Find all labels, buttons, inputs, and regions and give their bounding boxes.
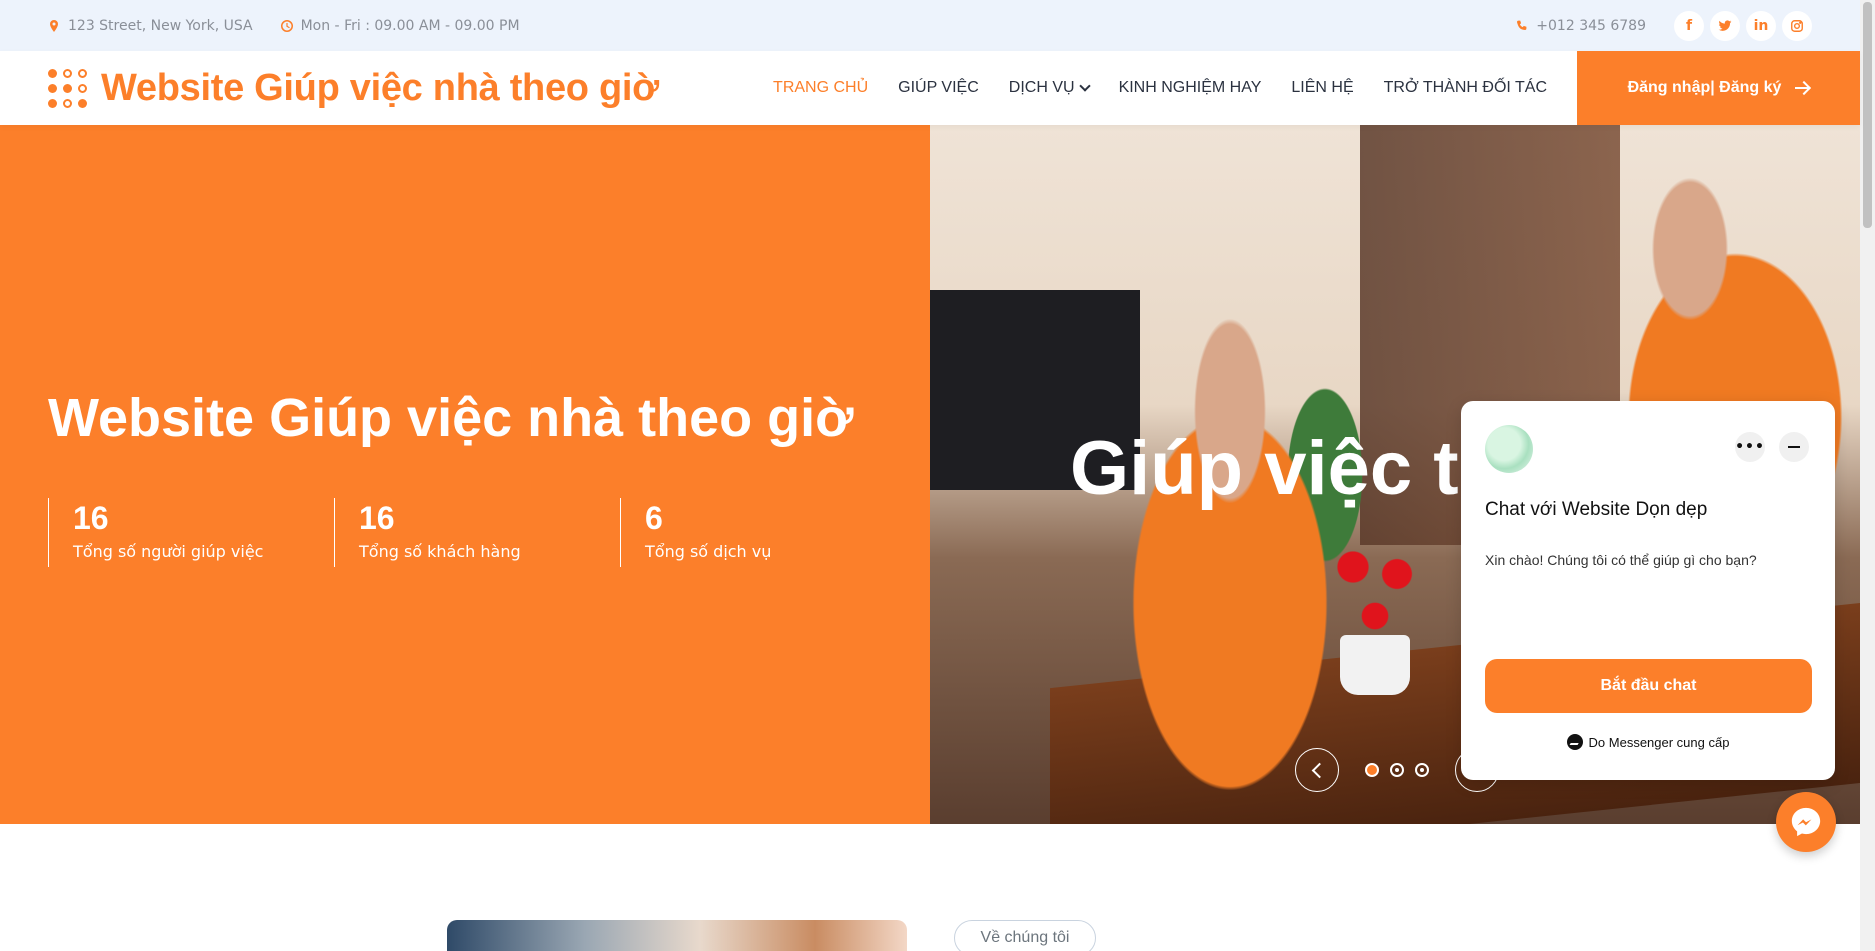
- chat-greeting: Xin chào! Chúng tôi có thể giúp gì cho b…: [1485, 552, 1757, 568]
- messenger-icon: [1791, 807, 1821, 837]
- more-options-icon[interactable]: •••: [1735, 432, 1765, 462]
- carousel-prev-button[interactable]: [1295, 748, 1339, 792]
- stat-helpers: 16 Tổng số người giúp việc: [48, 498, 334, 567]
- login-register-button[interactable]: Đăng nhập| Đăng ký: [1577, 51, 1860, 125]
- minimize-button[interactable]: [1779, 432, 1809, 462]
- powered-by-text: Do Messenger cung cấp: [1588, 734, 1730, 750]
- stat-label: Tổng số người giúp việc: [73, 542, 264, 561]
- menu-item-partner[interactable]: TRỞ THÀNH ĐỐI TÁC: [1384, 79, 1547, 97]
- stat-label: Tổng số dịch vụ: [645, 542, 772, 561]
- start-chat-button[interactable]: Bắt đầu chat: [1485, 659, 1812, 713]
- linkedin-icon[interactable]: in: [1746, 10, 1776, 41]
- hours-text: Mon - Fri : 09.00 AM - 09.00 PM: [300, 17, 520, 34]
- page-scrollbar[interactable]: [1860, 0, 1875, 951]
- address-text: 123 Street, New York, USA: [68, 17, 253, 34]
- opening-hours: Mon - Fri : 09.00 AM - 09.00 PM: [280, 17, 520, 34]
- about-us-tag: Về chúng tôi: [954, 920, 1096, 951]
- brand-title: Website Giúp việc nhà theo giờ: [101, 66, 659, 109]
- stats: 16 Tổng số người giúp việc 16 Tổng số kh…: [48, 498, 906, 567]
- contact-info: 123 Street, New York, USA Mon - Fri : 09…: [48, 18, 520, 34]
- instagram-glyph-icon: [1791, 19, 1803, 32]
- chevron-left-icon: [1311, 762, 1327, 778]
- social-links: f in: [1674, 10, 1812, 41]
- twitter-icon[interactable]: [1710, 10, 1740, 41]
- stat-customers: 16 Tổng số khách hàng: [334, 498, 620, 567]
- clock-icon: [280, 19, 293, 32]
- address: 123 Street, New York, USA: [48, 18, 253, 34]
- messenger-chat-popup: ••• Chat với Website Dọn dẹp Xin chào! C…: [1461, 401, 1835, 780]
- hero-left-panel: Website Giúp việc nhà theo giờ 16 Tổng s…: [0, 125, 930, 824]
- menu-item-contact[interactable]: LIÊN HỆ: [1291, 79, 1353, 97]
- twitter-bird-icon: [1718, 19, 1732, 31]
- topbar-right: +012 345 6789 f in: [1516, 10, 1812, 41]
- arrow-right-icon: [1795, 87, 1810, 89]
- carousel-dot-1[interactable]: [1365, 763, 1379, 777]
- chat-title: Chat với Website Dọn dẹp: [1485, 499, 1708, 520]
- menu-item-helpers[interactable]: GIÚP VIỆC: [898, 79, 979, 97]
- scrollbar-thumb[interactable]: [1863, 2, 1872, 228]
- menu-item-home[interactable]: TRANG CHỦ: [773, 79, 868, 97]
- menu-item-services[interactable]: DỊCH VỤ: [1008, 79, 1091, 97]
- location-pin-icon: [50, 19, 58, 32]
- messenger-fab-button[interactable]: [1776, 792, 1836, 852]
- brand[interactable]: Website Giúp việc nhà theo giờ: [48, 67, 659, 110]
- carousel-dot-3[interactable]: [1415, 763, 1429, 777]
- stat-services: 6 Tổng số dịch vụ: [620, 498, 906, 567]
- main-navbar: Website Giúp việc nhà theo giờ TRANG CHỦ…: [0, 51, 1860, 125]
- carousel-dot-2[interactable]: [1390, 763, 1404, 777]
- menu-item-services-label: DỊCH VỤ: [1008, 79, 1075, 96]
- minus-icon: [1788, 446, 1800, 448]
- stat-label: Tổng số khách hàng: [359, 542, 521, 561]
- messenger-icon: [1566, 734, 1583, 750]
- main-menu: TRANG CHỦ GIÚP VIỆC DỊCH VỤ KINH NGHIỆM …: [773, 79, 1547, 97]
- phone-text: +012 345 6789: [1536, 17, 1646, 34]
- stat-value: 16: [359, 500, 395, 536]
- phone-icon: [1517, 20, 1527, 30]
- stat-value: 6: [645, 500, 663, 536]
- hero-title: Website Giúp việc nhà theo giờ: [48, 388, 854, 448]
- brand-logo-icon: [48, 68, 87, 108]
- slide-caption: Giúp việc t: [1070, 426, 1459, 511]
- powered-by: Do Messenger cung cấp: [1461, 734, 1835, 750]
- instagram-icon[interactable]: [1782, 10, 1812, 41]
- phone[interactable]: +012 345 6789: [1516, 18, 1646, 34]
- stat-value: 16: [73, 500, 109, 536]
- login-register-label: Đăng nhập| Đăng ký: [1627, 79, 1782, 96]
- about-image: [447, 920, 907, 951]
- carousel-dots: [1365, 763, 1429, 777]
- menu-item-tips[interactable]: KINH NGHIỆM HAY: [1119, 79, 1262, 97]
- top-bar: 123 Street, New York, USA Mon - Fri : 09…: [0, 0, 1860, 51]
- facebook-icon[interactable]: f: [1674, 10, 1704, 41]
- chevron-down-icon: [1078, 80, 1091, 92]
- page-avatar: [1485, 425, 1533, 473]
